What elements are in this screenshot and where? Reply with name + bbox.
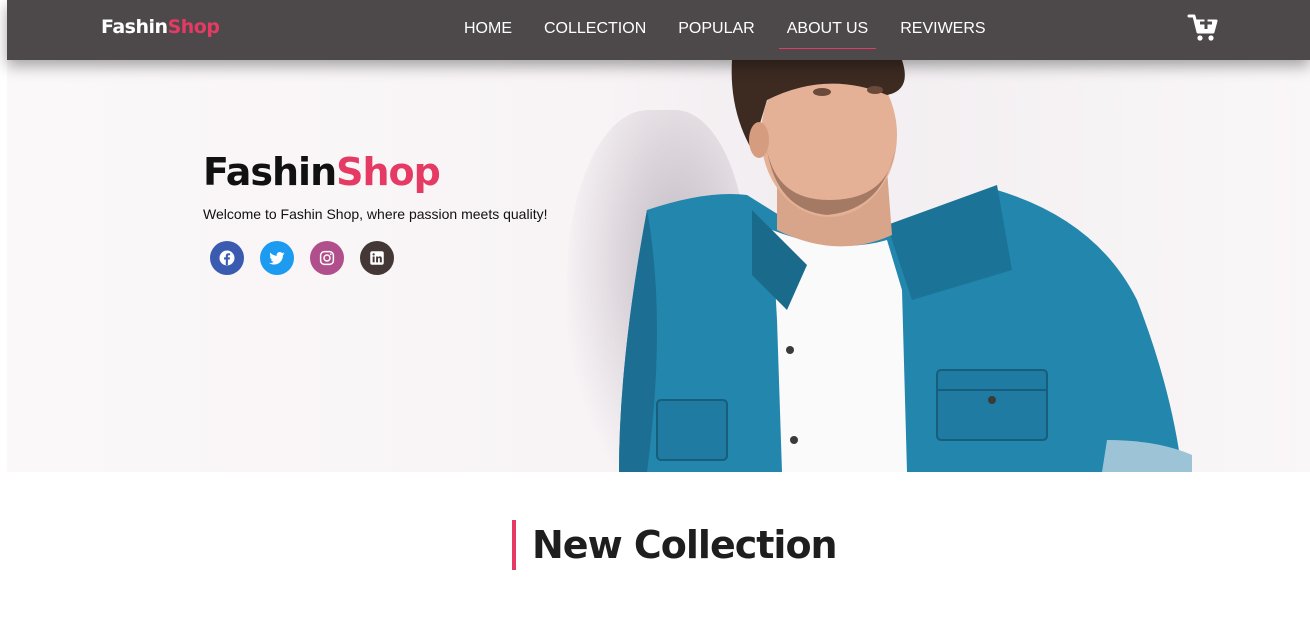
hero-title-part2: Shop: [336, 150, 441, 194]
linkedin-icon[interactable]: [360, 241, 394, 275]
instagram-icon[interactable]: [310, 241, 344, 275]
brand-logo-part1: Fashin: [101, 16, 168, 38]
hero-banner: FashinShop Welcome to Fashin Shop, where…: [7, 60, 1310, 472]
cart-plus-icon[interactable]: [1187, 12, 1219, 44]
nav-popular[interactable]: POPULAR: [662, 0, 770, 60]
hero-model-image: [619, 60, 1192, 472]
nav-reviewers[interactable]: REVIWERS: [884, 0, 1001, 60]
nav-collection[interactable]: COLLECTION: [528, 0, 662, 60]
section-accent-bar: [512, 520, 516, 570]
navbar: FashinShop HOME COLLECTION POPULAR ABOUT…: [7, 0, 1310, 60]
nav-links: HOME COLLECTION POPULAR ABOUT US REVIWER…: [448, 0, 1002, 60]
page: FashinShop HOME COLLECTION POPULAR ABOUT…: [0, 0, 1310, 627]
hero-title-part1: Fashin: [203, 150, 337, 194]
brand-logo[interactable]: FashinShop: [101, 16, 220, 38]
hero-title: FashinShop: [203, 150, 441, 194]
section-heading: New Collection: [512, 520, 838, 570]
nav-home[interactable]: HOME: [448, 0, 528, 60]
facebook-icon[interactable]: [210, 241, 244, 275]
hero-subtitle: Welcome to Fashin Shop, where passion me…: [203, 206, 548, 222]
nav-about-us[interactable]: ABOUT US: [771, 0, 885, 60]
twitter-icon[interactable]: [260, 241, 294, 275]
section-title: New Collection: [532, 523, 838, 567]
social-links: [210, 241, 394, 275]
brand-logo-part2: Shop: [167, 16, 220, 38]
